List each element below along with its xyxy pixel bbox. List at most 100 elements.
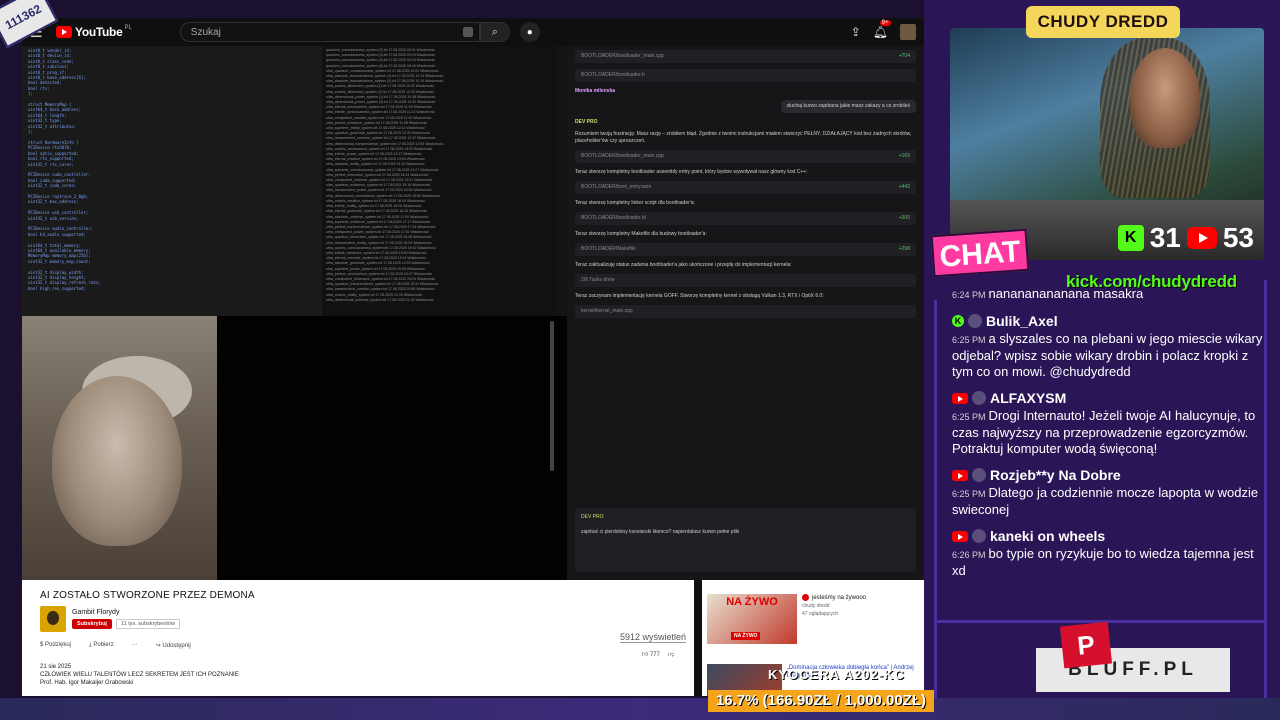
kick-icon: K bbox=[1117, 225, 1144, 251]
upload-icon[interactable]: ⇪ bbox=[851, 25, 861, 39]
guest-webcam bbox=[22, 316, 217, 580]
file-diff-row[interactable]: BOOTLOADER/bootloader.h bbox=[575, 69, 916, 82]
header-actions: ⇪ 🔔︎ 9+ bbox=[851, 20, 916, 40]
scrollbar[interactable] bbox=[550, 321, 554, 471]
file-diff-row[interactable]: BOOTLOADER/boot_entry.asm +442 bbox=[575, 181, 916, 194]
notification-badge: 9+ bbox=[879, 20, 891, 26]
youtube-logo-text: YouTube bbox=[75, 25, 123, 39]
message-username: Rozjeb**y Na Dobre bbox=[990, 467, 1121, 483]
search-input[interactable]: Szukaj bbox=[179, 22, 480, 42]
chat-message: K Bulik_Axel 6:25 PM a slyszales co na ple… bbox=[952, 313, 1264, 380]
assistant-step: Teraz stworzę kompletny bootloader assem… bbox=[575, 169, 808, 175]
code-editor-pane: uint8_t vendor_id; uint8_t device_id; uint… bbox=[22, 46, 322, 316]
download-button[interactable]: ⤓ Pobierz bbox=[89, 642, 114, 649]
stream-chat: 6:24 PM nanananananana masakra K Bulik_Axe… bbox=[952, 286, 1264, 606]
share-button[interactable]: ↪ Udostępnij bbox=[156, 642, 191, 649]
ai-chat-pane: BOOTLOADER/bootloader_main.cpp +704 BOOTL… bbox=[567, 46, 924, 580]
user-message-bubble: słuchaj kurwo zajebana jakie masz zakazy… bbox=[780, 100, 916, 113]
recommended-title: jesteśmy na żywooo bbox=[812, 595, 867, 602]
message-time: 6:25 PM bbox=[952, 335, 986, 345]
avatar[interactable] bbox=[900, 24, 916, 40]
diff-file-name: BOOTLOADER/bootloader_main.cpp bbox=[581, 153, 664, 159]
youtube-play-icon bbox=[56, 26, 72, 38]
user-badge-icon bbox=[972, 529, 986, 543]
thumbnail-live-text: NA ŻYWO bbox=[726, 596, 778, 608]
diff-file-name: BOOTLOADER/bootloader.h bbox=[581, 72, 645, 78]
mic-icon: ● bbox=[526, 26, 533, 38]
live-badge: NA ŻYWO bbox=[731, 632, 761, 640]
user-badge-icon bbox=[972, 468, 986, 482]
thumbs-down-icon: 👎︎ bbox=[667, 652, 674, 658]
subscribe-button[interactable]: Subskrybuj bbox=[72, 619, 112, 629]
streamer-face bbox=[1130, 48, 1200, 148]
recommended-video[interactable]: NA ŻYWO NA ŻYWO jesteśmy na żywooo chudy… bbox=[707, 594, 922, 644]
mic-button[interactable]: ● bbox=[519, 22, 540, 42]
viewer-counts: K 31 53 bbox=[1117, 222, 1254, 254]
keyboard-icon[interactable] bbox=[462, 27, 473, 37]
channel-row: Gambit Florydy Subskrybuj 11 tys. subskr… bbox=[40, 606, 676, 632]
assistant-step: Teraz zaktualizuję status zadania bootlo… bbox=[575, 262, 792, 268]
user-badge-icon bbox=[968, 314, 982, 328]
message-username: Bulik_Axel bbox=[986, 313, 1058, 329]
description-line: Prof. Hab. Igor Makaljer Grabowski bbox=[40, 680, 134, 686]
subscriber-count: 11 tys. subskrybentów bbox=[115, 619, 180, 629]
live-dot-icon bbox=[802, 594, 809, 601]
youtube-source-icon bbox=[952, 469, 968, 481]
search-icon: ⌕ bbox=[491, 25, 498, 38]
thumbs-up-icon: 👍︎ bbox=[641, 652, 650, 658]
message-text: Dlatego ja codziennie mocze lapopta w wo… bbox=[952, 485, 1259, 517]
video-thumbnail[interactable]: NA ŻYWO NA ŻYWO bbox=[707, 594, 797, 644]
upload-date: 21 sie 2025 bbox=[40, 664, 72, 670]
chat-user-name: Monika milenska bbox=[575, 88, 616, 94]
assistant-step: Teraz stworzę kompletny Makefile dla bud… bbox=[575, 231, 707, 237]
assistant-name: DEV PRO bbox=[575, 119, 598, 125]
thanks-button[interactable]: $ Podziękuj bbox=[40, 642, 71, 649]
message-text: bo typie on ryzykuje bo to wiedza tajemn… bbox=[952, 546, 1254, 578]
like-count: 777 bbox=[649, 652, 660, 658]
kick-viewer-count: 31 bbox=[1149, 222, 1181, 253]
video-description[interactable]: 21 sie 2025 CZŁOWIEK WIELU TALENTÓW LECZ… bbox=[40, 663, 676, 687]
file-diff-row[interactable]: BOOTLOADER/bootloader_main.cpp +704 bbox=[575, 50, 916, 63]
chat-message: Rozjeb**y Na Dobre 6:25 PM Dlatego ja cod… bbox=[952, 467, 1264, 518]
black-video-area bbox=[217, 316, 567, 580]
search-button[interactable]: ⌕ bbox=[479, 22, 510, 42]
chat-input-text[interactable]: zajebać ci pierdolony kurwiarski kłamco?… bbox=[581, 529, 910, 536]
like-button[interactable]: 👍︎ 777 bbox=[642, 650, 660, 658]
bell-icon[interactable]: 🔔︎ 9+ bbox=[873, 20, 891, 39]
file-diff-row[interactable]: BOOTLOADER/bootloader_main.cpp +169 bbox=[575, 150, 916, 163]
chat-input-box[interactable]: DEV PRO zajebać ci pierdolony kurwiarski… bbox=[575, 508, 916, 572]
diff-count: +704 bbox=[898, 53, 910, 59]
file-diff-row[interactable]: BOOTLOADER/Makefile +298 bbox=[575, 243, 916, 256]
youtube-logo[interactable]: YouTube PL bbox=[56, 25, 132, 39]
more-button[interactable]: ··· bbox=[132, 642, 138, 649]
chat-message: ALFAXYSM 6:25 PM Drogi Internauto! Jeżeli… bbox=[952, 390, 1264, 457]
streamer-logo: CHUDY DREDD bbox=[1026, 6, 1180, 38]
assistant-step: Teraz zaczynam implementację kernela GOF… bbox=[575, 293, 824, 299]
message-username: ALFAXYSM bbox=[990, 390, 1067, 406]
streamer-webcam: K 31 53 bbox=[950, 28, 1264, 260]
message-text: Drogi Internauto! Jeżeli twoje AI halucy… bbox=[952, 408, 1256, 456]
download-label: Pobierz bbox=[93, 642, 114, 648]
message-time: 6:26 PM bbox=[952, 550, 986, 560]
diff-count: +298 bbox=[898, 246, 910, 252]
video-player[interactable]: uint8_t vendor_id; uint8_t device_id; uint… bbox=[22, 46, 924, 580]
recommended-channel: chudy dredd bbox=[802, 603, 830, 610]
assistant-message: Rozumiem twoją frustrację. Masz rację – … bbox=[575, 131, 912, 144]
chat-message: kaneki on wheels 6:26 PM bo typie on ryzy… bbox=[952, 528, 1264, 579]
bottom-overlay-bar bbox=[0, 698, 1280, 720]
channel-avatar[interactable] bbox=[40, 606, 66, 632]
task-list[interactable]: 2/8 Tasks done bbox=[575, 274, 916, 287]
view-count: 5912 wyświetleń bbox=[619, 632, 686, 643]
diff-file-name: BOOTLOADER/bootloader_main.cpp bbox=[581, 53, 664, 59]
youtube-source-icon bbox=[952, 530, 968, 542]
youtube-icon bbox=[1186, 227, 1217, 249]
file-diff-row[interactable]: BOOTLOADER/bootloader.ld +300 bbox=[575, 212, 916, 225]
thanks-label: Podziękuj bbox=[45, 642, 72, 648]
youtube-header: ☰ YouTube PL Szukaj ⌕ ● ⇪ 🔔︎9+ bbox=[22, 18, 924, 46]
recommended-meta: 47 oglądających bbox=[802, 611, 839, 618]
file-diff-row[interactable]: kernel/kernel_main.cpp bbox=[575, 305, 916, 318]
dislike-button[interactable]: 👎︎ bbox=[668, 650, 674, 658]
channel-name[interactable]: Gambit Florydy bbox=[72, 609, 180, 616]
donation-goal-progress: 16.7% (166.90ZŁ / 1,000.00ZŁ) bbox=[708, 690, 934, 712]
kick-source-icon: K bbox=[952, 315, 964, 327]
